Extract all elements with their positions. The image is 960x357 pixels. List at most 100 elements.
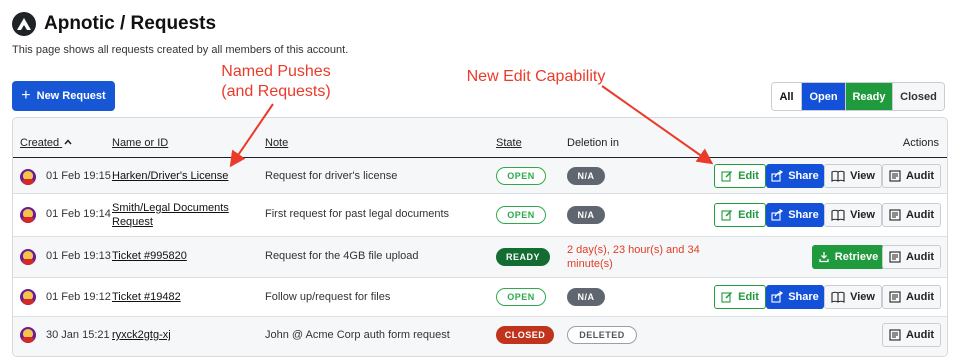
- share-icon: [771, 170, 784, 182]
- document-icon: [889, 209, 901, 221]
- avatar: [20, 169, 36, 185]
- avatar: [20, 289, 36, 305]
- document-icon: [889, 170, 901, 182]
- status-badge: READY: [496, 248, 550, 266]
- edit-label: Edit: [738, 209, 759, 221]
- filter-closed-button[interactable]: Closed: [893, 83, 944, 110]
- view-label: View: [850, 209, 875, 221]
- retrieve-button[interactable]: Retrieve: [812, 245, 884, 269]
- share-icon: [771, 291, 784, 303]
- book-icon: [831, 170, 845, 182]
- document-icon: [889, 291, 901, 303]
- plus-icon: +: [21, 87, 31, 104]
- created-date: 30 Jan 15:21: [46, 329, 110, 341]
- book-icon: [831, 209, 845, 221]
- deletion-badge: N/A: [567, 206, 605, 224]
- filter-open-button[interactable]: Open: [802, 83, 846, 110]
- pencil-icon: [721, 292, 733, 303]
- created-date: 01 Feb 19:15: [46, 170, 111, 182]
- state-filter-group: All Open Ready Closed: [771, 82, 945, 111]
- audit-label: Audit: [905, 291, 935, 303]
- column-created-header[interactable]: Created: [20, 137, 72, 149]
- deletion-badge: DELETED: [567, 326, 637, 344]
- table-row: 30 Jan 15:21 ryxck2gtg-xj John @ Acme Co…: [13, 317, 947, 356]
- view-button[interactable]: View: [824, 203, 882, 227]
- column-note-header[interactable]: Note: [265, 137, 288, 149]
- request-note: Request for the 4GB file upload: [265, 250, 419, 262]
- view-label: View: [850, 170, 875, 182]
- sort-up-icon: [64, 139, 72, 145]
- page-title: Apnotic / Requests: [44, 13, 217, 34]
- audit-label: Audit: [905, 251, 935, 263]
- retrieve-icon: [819, 252, 829, 263]
- column-name-header[interactable]: Name or ID: [112, 137, 168, 149]
- audit-button[interactable]: Audit: [882, 245, 941, 269]
- annotation-edit-capability: New Edit Capability: [466, 68, 606, 85]
- retrieve-label: Retrieve: [834, 251, 879, 263]
- document-icon: [889, 329, 901, 341]
- audit-label: Audit: [905, 209, 935, 221]
- table-header: Created Name or ID Note State Deletion i…: [13, 118, 947, 158]
- deletion-badge: N/A: [567, 288, 605, 306]
- app-logo-icon: [12, 12, 36, 36]
- share-button[interactable]: Share: [766, 203, 824, 227]
- filter-all-button[interactable]: All: [772, 83, 802, 110]
- annotation-named-pushes: Named Pushes (and Requests): [205, 62, 347, 102]
- status-badge: OPEN: [496, 206, 546, 224]
- avatar: [20, 207, 36, 223]
- audit-button[interactable]: Audit: [882, 203, 941, 227]
- deletion-badge: N/A: [567, 167, 605, 185]
- view-label: View: [850, 291, 875, 303]
- column-state-header[interactable]: State: [496, 137, 522, 149]
- created-date: 01 Feb 19:12: [46, 291, 111, 303]
- table-row: 01 Feb 19:14 Smith/Legal Documents Reque…: [13, 194, 947, 237]
- pencil-icon: [721, 171, 733, 182]
- edit-button[interactable]: Edit: [714, 203, 766, 227]
- name-line: Request: [112, 216, 153, 228]
- edit-label: Edit: [738, 291, 759, 303]
- requests-table: Created Name or ID Note State Deletion i…: [12, 117, 948, 357]
- edit-label: Edit: [738, 170, 759, 182]
- edit-button[interactable]: Edit: [714, 285, 766, 309]
- audit-button[interactable]: Audit: [882, 164, 941, 188]
- edit-button[interactable]: Edit: [714, 164, 766, 188]
- pencil-icon: [721, 210, 733, 221]
- request-name-link[interactable]: Ticket #995820: [112, 250, 187, 262]
- status-badge: OPEN: [496, 288, 546, 306]
- new-request-label: New Request: [36, 90, 106, 102]
- table-row: 01 Feb 19:12 Ticket #19482 Follow up/req…: [13, 278, 947, 317]
- countdown-line: minute(s): [567, 258, 613, 270]
- annotation-line: Named Pushes: [221, 63, 331, 80]
- created-date: 01 Feb 19:14: [46, 208, 111, 220]
- share-label: Share: [788, 170, 819, 182]
- document-icon: [889, 251, 901, 263]
- request-name-link[interactable]: Smith/Legal Documents Request: [112, 201, 229, 229]
- annotation-line: (and Requests): [221, 83, 331, 100]
- table-row: 01 Feb 19:15 Harken/Driver's License Req…: [13, 158, 947, 194]
- audit-label: Audit: [905, 170, 935, 182]
- request-name-link[interactable]: Harken/Driver's License: [112, 170, 228, 182]
- share-label: Share: [788, 209, 819, 221]
- request-note: Follow up/request for files: [265, 291, 391, 303]
- share-label: Share: [788, 291, 819, 303]
- request-name-link[interactable]: Ticket #19482: [112, 291, 181, 303]
- new-request-button[interactable]: + New Request: [12, 81, 115, 111]
- request-name-link[interactable]: ryxck2gtg-xj: [112, 329, 171, 341]
- column-created-label: Created: [20, 137, 60, 149]
- view-button[interactable]: View: [824, 164, 882, 188]
- audit-button[interactable]: Audit: [882, 323, 941, 347]
- page-subtitle: This page shows all requests created by …: [12, 44, 349, 56]
- name-line: Smith/Legal Documents: [112, 202, 229, 214]
- request-note: First request for past legal documents: [265, 208, 450, 220]
- table-row: 01 Feb 19:13 Ticket #995820 Request for …: [13, 237, 947, 278]
- audit-button[interactable]: Audit: [882, 285, 941, 309]
- share-button[interactable]: Share: [766, 164, 824, 188]
- filter-ready-button[interactable]: Ready: [846, 83, 893, 110]
- column-actions-header: Actions: [902, 137, 939, 149]
- created-date: 01 Feb 19:13: [46, 250, 111, 262]
- share-button[interactable]: Share: [766, 285, 824, 309]
- request-note: John @ Acme Corp auth form request: [265, 329, 450, 341]
- request-note: Request for driver's license: [265, 170, 398, 182]
- view-button[interactable]: View: [824, 285, 882, 309]
- column-deletion-header: Deletion in: [567, 137, 619, 149]
